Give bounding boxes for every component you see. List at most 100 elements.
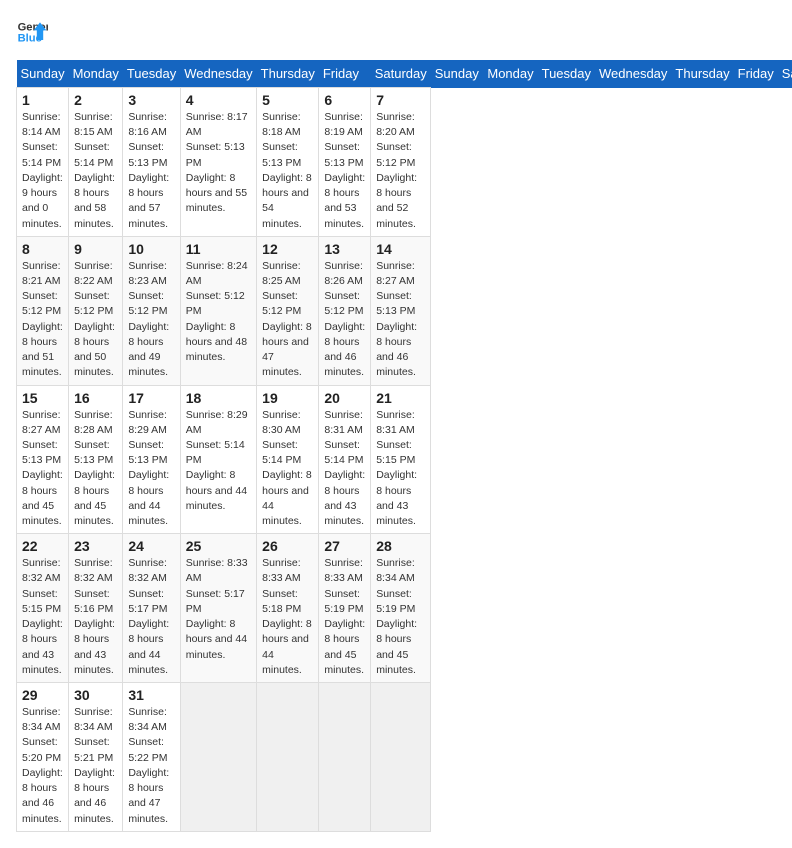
day-number: 28 [376, 538, 425, 554]
day-info: Sunrise: 8:14 AM Sunset: 5:14 PM Dayligh… [22, 110, 63, 232]
day-info: Sunrise: 8:34 AM Sunset: 5:22 PM Dayligh… [128, 705, 174, 827]
day-number: 20 [324, 390, 365, 406]
day-number: 5 [262, 92, 313, 108]
day-info: Sunrise: 8:33 AM Sunset: 5:17 PM Dayligh… [186, 556, 251, 663]
day-number: 13 [324, 241, 365, 257]
calendar-cell: 31 Sunrise: 8:34 AM Sunset: 5:22 PM Dayl… [123, 683, 180, 832]
day-number: 6 [324, 92, 365, 108]
day-info: Sunrise: 8:32 AM Sunset: 5:15 PM Dayligh… [22, 556, 63, 678]
day-info: Sunrise: 8:30 AM Sunset: 5:14 PM Dayligh… [262, 408, 313, 530]
calendar-week-3: 15 Sunrise: 8:27 AM Sunset: 5:13 PM Dayl… [17, 385, 792, 534]
col-header-sunday: Sunday [431, 60, 484, 88]
calendar-cell: 29 Sunrise: 8:34 AM Sunset: 5:20 PM Dayl… [17, 683, 69, 832]
day-info: Sunrise: 8:31 AM Sunset: 5:15 PM Dayligh… [376, 408, 425, 530]
day-number: 3 [128, 92, 174, 108]
day-number: 2 [74, 92, 117, 108]
day-info: Sunrise: 8:23 AM Sunset: 5:12 PM Dayligh… [128, 259, 174, 381]
calendar-cell: 6 Sunrise: 8:19 AM Sunset: 5:13 PM Dayli… [319, 88, 371, 237]
calendar-cell: 20 Sunrise: 8:31 AM Sunset: 5:14 PM Dayl… [319, 385, 371, 534]
calendar-week-2: 8 Sunrise: 8:21 AM Sunset: 5:12 PM Dayli… [17, 236, 792, 385]
logo: General Blue [16, 16, 48, 48]
day-number: 10 [128, 241, 174, 257]
header-row: SundayMondayTuesdayWednesdayThursdayFrid… [17, 60, 792, 88]
col-header-saturday: Saturday [778, 60, 792, 88]
day-number: 30 [74, 687, 117, 703]
col-header-tuesday: Tuesday [123, 60, 180, 88]
day-info: Sunrise: 8:33 AM Sunset: 5:19 PM Dayligh… [324, 556, 365, 678]
day-number: 21 [376, 390, 425, 406]
day-info: Sunrise: 8:27 AM Sunset: 5:13 PM Dayligh… [376, 259, 425, 381]
calendar-cell: 8 Sunrise: 8:21 AM Sunset: 5:12 PM Dayli… [17, 236, 69, 385]
logo-icon: General Blue [16, 16, 48, 48]
calendar-cell: 21 Sunrise: 8:31 AM Sunset: 5:15 PM Dayl… [371, 385, 431, 534]
calendar-cell: 27 Sunrise: 8:33 AM Sunset: 5:19 PM Dayl… [319, 534, 371, 683]
day-number: 23 [74, 538, 117, 554]
col-header-wednesday: Wednesday [595, 60, 671, 88]
day-number: 7 [376, 92, 425, 108]
calendar-table: SundayMondayTuesdayWednesdayThursdayFrid… [16, 60, 792, 832]
day-number: 1 [22, 92, 63, 108]
day-info: Sunrise: 8:15 AM Sunset: 5:14 PM Dayligh… [74, 110, 117, 232]
day-info: Sunrise: 8:27 AM Sunset: 5:13 PM Dayligh… [22, 408, 63, 530]
day-info: Sunrise: 8:17 AM Sunset: 5:13 PM Dayligh… [186, 110, 251, 217]
day-info: Sunrise: 8:28 AM Sunset: 5:13 PM Dayligh… [74, 408, 117, 530]
day-number: 4 [186, 92, 251, 108]
day-info: Sunrise: 8:20 AM Sunset: 5:12 PM Dayligh… [376, 110, 425, 232]
day-info: Sunrise: 8:32 AM Sunset: 5:17 PM Dayligh… [128, 556, 174, 678]
calendar-cell [371, 683, 431, 832]
calendar-cell: 14 Sunrise: 8:27 AM Sunset: 5:13 PM Dayl… [371, 236, 431, 385]
day-info: Sunrise: 8:34 AM Sunset: 5:21 PM Dayligh… [74, 705, 117, 827]
day-number: 31 [128, 687, 174, 703]
calendar-cell: 25 Sunrise: 8:33 AM Sunset: 5:17 PM Dayl… [180, 534, 256, 683]
day-info: Sunrise: 8:22 AM Sunset: 5:12 PM Dayligh… [74, 259, 117, 381]
calendar-cell: 12 Sunrise: 8:25 AM Sunset: 5:12 PM Dayl… [257, 236, 319, 385]
day-number: 29 [22, 687, 63, 703]
calendar-cell [257, 683, 319, 832]
day-number: 18 [186, 390, 251, 406]
calendar-cell: 18 Sunrise: 8:29 AM Sunset: 5:14 PM Dayl… [180, 385, 256, 534]
col-header-wednesday: Wednesday [180, 60, 256, 88]
day-info: Sunrise: 8:25 AM Sunset: 5:12 PM Dayligh… [262, 259, 313, 381]
calendar-cell: 9 Sunrise: 8:22 AM Sunset: 5:12 PM Dayli… [69, 236, 123, 385]
day-info: Sunrise: 8:18 AM Sunset: 5:13 PM Dayligh… [262, 110, 313, 232]
day-info: Sunrise: 8:16 AM Sunset: 5:13 PM Dayligh… [128, 110, 174, 232]
calendar-cell [180, 683, 256, 832]
col-header-monday: Monday [483, 60, 537, 88]
col-header-saturday: Saturday [371, 60, 431, 88]
calendar-week-1: 1 Sunrise: 8:14 AM Sunset: 5:14 PM Dayli… [17, 88, 792, 237]
calendar-cell: 13 Sunrise: 8:26 AM Sunset: 5:12 PM Dayl… [319, 236, 371, 385]
day-number: 11 [186, 241, 251, 257]
day-info: Sunrise: 8:29 AM Sunset: 5:14 PM Dayligh… [186, 408, 251, 515]
day-number: 24 [128, 538, 174, 554]
calendar-cell: 16 Sunrise: 8:28 AM Sunset: 5:13 PM Dayl… [69, 385, 123, 534]
day-number: 22 [22, 538, 63, 554]
day-number: 15 [22, 390, 63, 406]
day-info: Sunrise: 8:24 AM Sunset: 5:12 PM Dayligh… [186, 259, 251, 366]
calendar-cell: 26 Sunrise: 8:33 AM Sunset: 5:18 PM Dayl… [257, 534, 319, 683]
day-info: Sunrise: 8:34 AM Sunset: 5:20 PM Dayligh… [22, 705, 63, 827]
page-header: General Blue [16, 16, 776, 48]
calendar-cell: 1 Sunrise: 8:14 AM Sunset: 5:14 PM Dayli… [17, 88, 69, 237]
calendar-cell [319, 683, 371, 832]
col-header-tuesday: Tuesday [538, 60, 595, 88]
day-info: Sunrise: 8:29 AM Sunset: 5:13 PM Dayligh… [128, 408, 174, 530]
day-number: 19 [262, 390, 313, 406]
col-header-sunday: Sunday [17, 60, 69, 88]
day-info: Sunrise: 8:33 AM Sunset: 5:18 PM Dayligh… [262, 556, 313, 678]
calendar-cell: 2 Sunrise: 8:15 AM Sunset: 5:14 PM Dayli… [69, 88, 123, 237]
col-header-friday: Friday [734, 60, 778, 88]
calendar-cell: 24 Sunrise: 8:32 AM Sunset: 5:17 PM Dayl… [123, 534, 180, 683]
day-info: Sunrise: 8:21 AM Sunset: 5:12 PM Dayligh… [22, 259, 63, 381]
day-number: 16 [74, 390, 117, 406]
calendar-cell: 15 Sunrise: 8:27 AM Sunset: 5:13 PM Dayl… [17, 385, 69, 534]
calendar-cell: 7 Sunrise: 8:20 AM Sunset: 5:12 PM Dayli… [371, 88, 431, 237]
calendar-cell: 22 Sunrise: 8:32 AM Sunset: 5:15 PM Dayl… [17, 534, 69, 683]
day-number: 14 [376, 241, 425, 257]
calendar-cell: 11 Sunrise: 8:24 AM Sunset: 5:12 PM Dayl… [180, 236, 256, 385]
day-number: 12 [262, 241, 313, 257]
col-header-friday: Friday [319, 60, 371, 88]
day-info: Sunrise: 8:34 AM Sunset: 5:19 PM Dayligh… [376, 556, 425, 678]
calendar-cell: 23 Sunrise: 8:32 AM Sunset: 5:16 PM Dayl… [69, 534, 123, 683]
col-header-thursday: Thursday [671, 60, 733, 88]
day-number: 26 [262, 538, 313, 554]
